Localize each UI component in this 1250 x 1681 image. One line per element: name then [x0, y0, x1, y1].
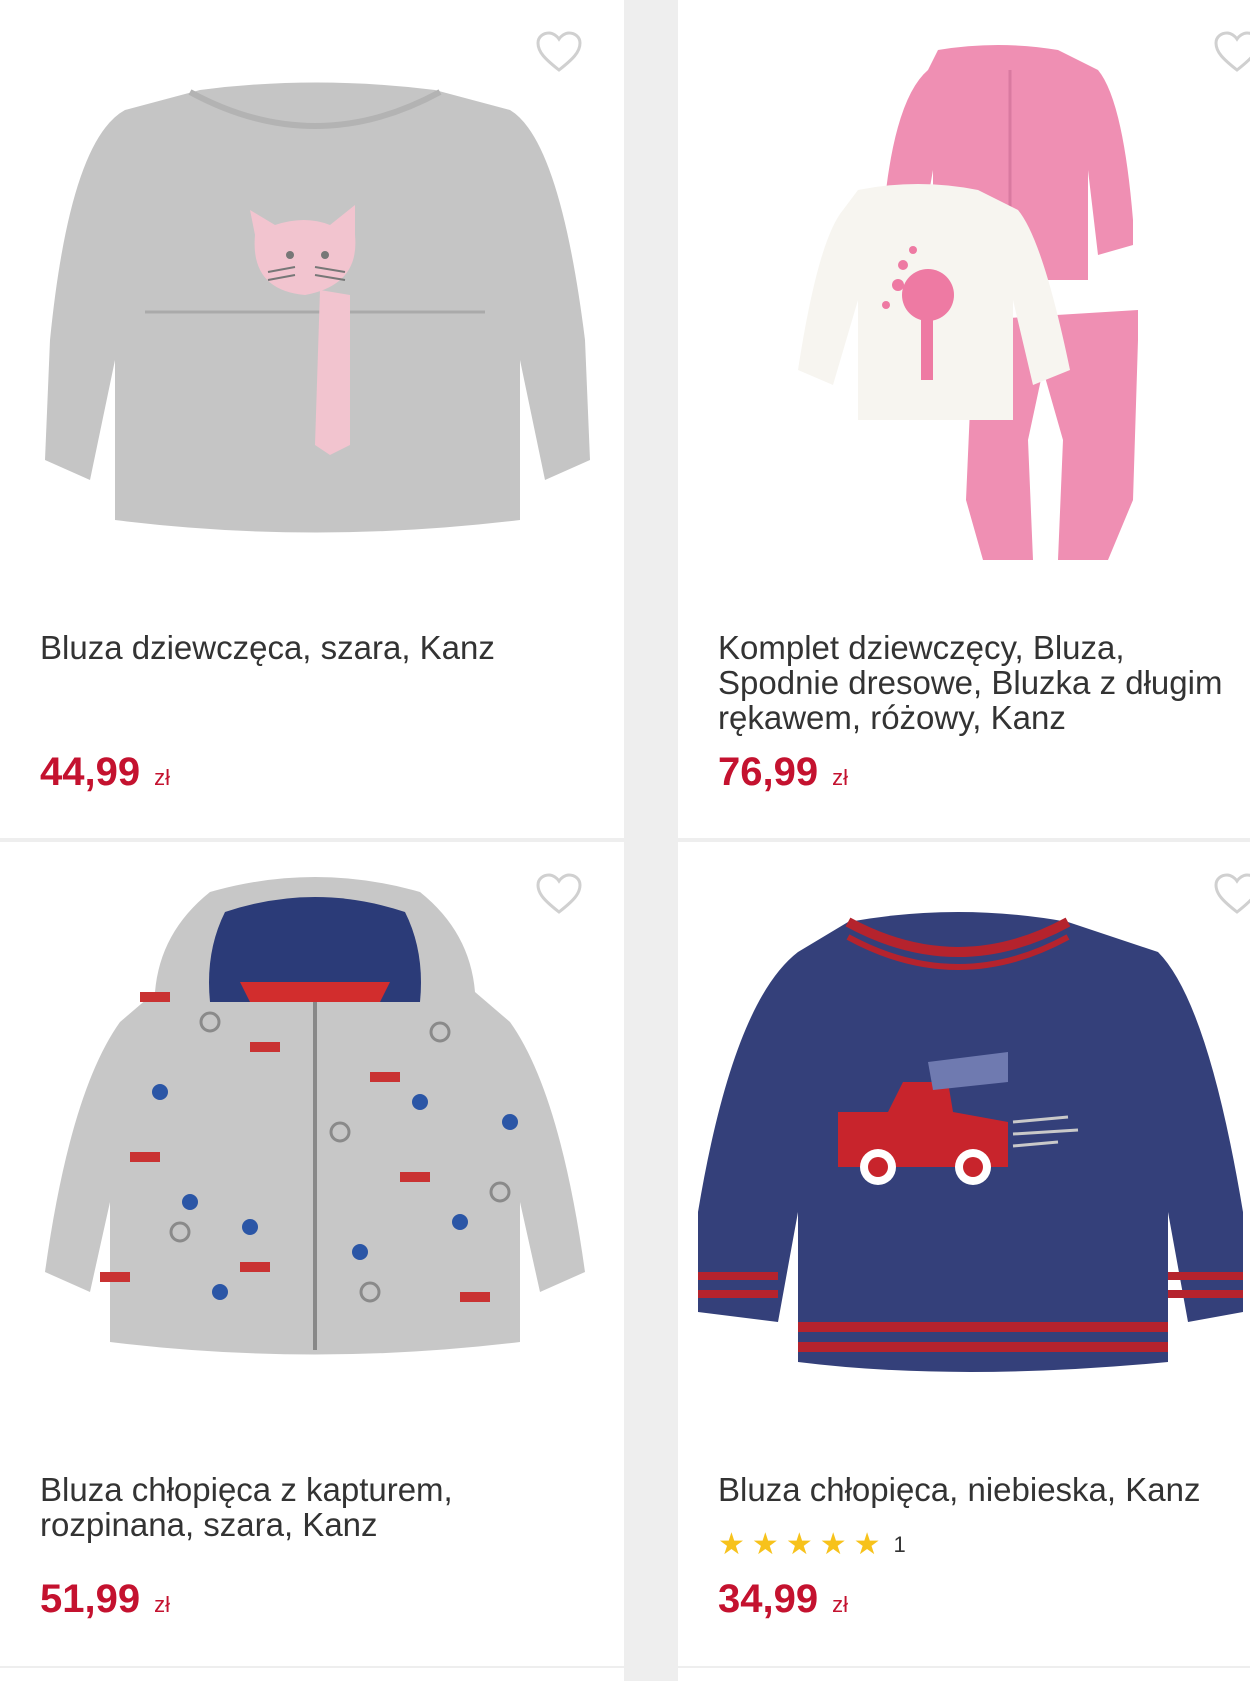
star-icon: ★: [853, 1528, 881, 1561]
rating-count: 1: [893, 1532, 906, 1557]
product-card[interactable]: Bluza chłopięca, niebieska, Kanz ★ ★ ★ ★…: [678, 842, 1250, 1666]
star-icon: ★: [785, 1528, 813, 1561]
star-icon: ★: [751, 1528, 779, 1561]
rating: ★ ★ ★ ★ ★ 1: [718, 1530, 906, 1560]
product-title[interactable]: Komplet dziewczęcy, Bluza, Spodnie dreso…: [718, 630, 1243, 735]
product-title[interactable]: Bluza dziewczęca, szara, Kanz: [40, 630, 600, 665]
price-currency: zł: [154, 765, 170, 790]
price-value: 51,99: [40, 1577, 141, 1621]
star-icon: ★: [718, 1528, 745, 1561]
product-card[interactable]: Bluza dziewczęca, szara, Kanz 44,99 zł: [0, 0, 624, 838]
star-icon: ★: [819, 1528, 847, 1561]
product-card[interactable]: Komplet dziewczęcy, Bluza, Spodnie dreso…: [678, 0, 1250, 838]
product-image[interactable]: [688, 912, 1250, 1392]
price-value: 76,99: [718, 750, 819, 794]
product-image[interactable]: [40, 872, 590, 1372]
heart-icon[interactable]: [1213, 30, 1250, 74]
product-grid: Bluza dziewczęca, szara, Kanz 44,99zł K: [0, 0, 1250, 1681]
product-price: 34,99 zł: [718, 1577, 848, 1622]
price-currency: zł: [832, 1592, 848, 1617]
price-value: 44,99: [40, 750, 141, 794]
product-card-partial: [0, 1668, 624, 1681]
product-card[interactable]: Bluza chłopięca z kapturem, rozpinana, s…: [0, 842, 624, 1666]
product-image[interactable]: [788, 40, 1208, 590]
product-title[interactable]: Bluza chłopięca, niebieska, Kanz: [718, 1472, 1243, 1507]
product-card-partial: [678, 1668, 1250, 1681]
product-image[interactable]: [40, 80, 590, 550]
price-currency: zł: [154, 1592, 170, 1617]
product-price: 51,99 zł: [40, 1577, 170, 1622]
product-title[interactable]: Bluza chłopięca z kapturem, rozpinana, s…: [40, 1472, 600, 1542]
product-price: 44,99 zł: [40, 750, 170, 795]
heart-icon[interactable]: [535, 30, 583, 74]
heart-icon[interactable]: [1213, 872, 1250, 916]
price-currency: zł: [832, 765, 848, 790]
price-value: 34,99: [718, 1577, 819, 1621]
product-price: 76,99 zł: [718, 750, 848, 795]
